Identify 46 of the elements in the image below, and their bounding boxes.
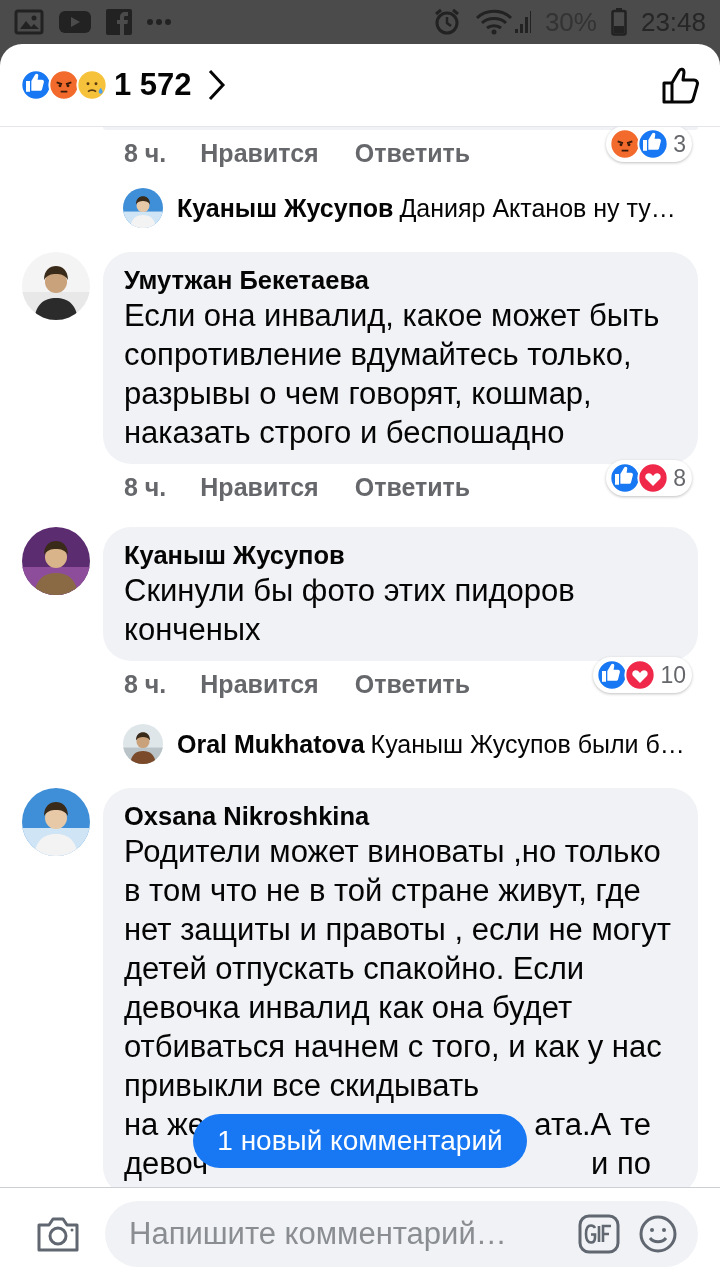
- like-reaction-icon: [637, 128, 670, 160]
- battery-icon: [610, 8, 627, 36]
- gif-icon[interactable]: [578, 1214, 620, 1254]
- social-app-icon: [106, 9, 132, 35]
- comment-time: 8 ч.: [124, 138, 167, 168]
- reaction-count: 3: [673, 130, 686, 158]
- comment-text: Скинули бы фото этих пидоров конченых: [124, 572, 576, 649]
- reply-link[interactable]: Ответить: [354, 472, 471, 502]
- reaction-count[interactable]: 1 572: [114, 67, 192, 103]
- camera-icon[interactable]: [36, 1215, 80, 1253]
- reaction-count: 10: [660, 661, 686, 689]
- reaction-summary[interactable]: 3: [606, 127, 692, 162]
- angry-reaction-icon: [48, 69, 80, 101]
- reply-author[interactable]: Oral Mukhatova: [177, 729, 365, 759]
- comment-time: 8 ч.: [124, 669, 167, 699]
- comment-field[interactable]: Напишите комментарий…: [105, 1201, 698, 1267]
- reaction-count: 8: [673, 464, 686, 492]
- comment-author[interactable]: Oxsana Nikroshkina: [124, 800, 680, 832]
- comment-input[interactable]: Напишите комментарий…: [127, 1215, 560, 1253]
- reply-snippet[interactable]: Данияр Актанов ну ту…: [399, 193, 676, 223]
- reaction-summary[interactable]: 10: [593, 657, 692, 693]
- comment-text: Если она инвалид, какое может быть сопротивление вдумайтесь только, разрывы о чем говорят, кошмар, наказать строго и беспошадно: [124, 297, 661, 452]
- reply-link[interactable]: Ответить: [354, 138, 471, 168]
- comment-author[interactable]: Умутжан Бекетаева: [124, 264, 680, 296]
- alarm-icon: [432, 8, 461, 36]
- comment-text: ата.А те: [534, 1106, 651, 1144]
- comment-author[interactable]: Куаныш Жусупов: [124, 539, 680, 571]
- reaction-summary[interactable]: 8: [606, 460, 692, 496]
- comment-time: 8 ч.: [124, 472, 167, 502]
- like-link[interactable]: Нравится: [200, 138, 319, 168]
- heart-reaction-icon: [637, 462, 670, 494]
- sad-reaction-icon: [76, 69, 108, 101]
- more-icon: [146, 18, 172, 26]
- like-link[interactable]: Нравится: [200, 472, 319, 502]
- gallery-icon: [14, 9, 44, 35]
- heart-reaction-icon: [624, 659, 657, 691]
- video-icon: [58, 9, 92, 35]
- emoji-icon[interactable]: [638, 1214, 678, 1254]
- comment-text: и по: [591, 1145, 651, 1183]
- signal-icon: [474, 9, 531, 35]
- reply-author[interactable]: Куаныш Жусупов: [177, 193, 394, 223]
- like-reaction-icon: [20, 69, 52, 101]
- reply-link[interactable]: Ответить: [354, 669, 471, 699]
- like-link[interactable]: Нравится: [200, 669, 319, 699]
- like-icon[interactable]: [662, 65, 700, 105]
- reply-snippet[interactable]: Куаныш Жусупов были б…: [370, 729, 685, 759]
